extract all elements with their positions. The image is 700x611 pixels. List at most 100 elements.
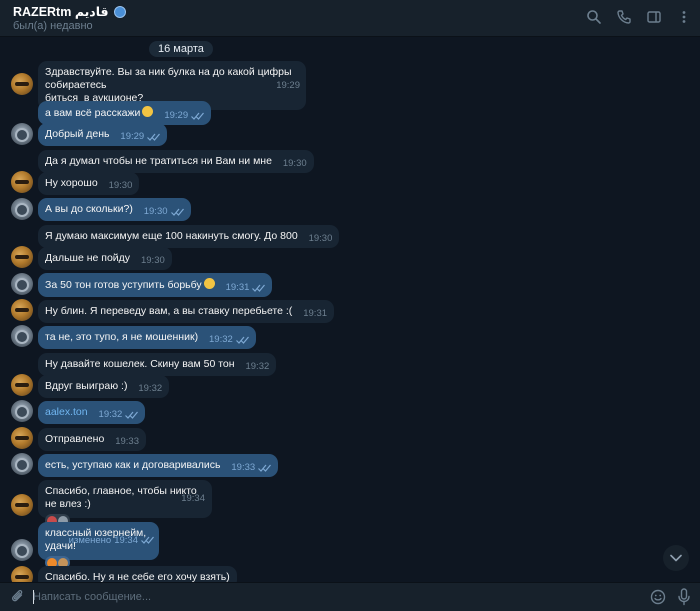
contact-name[interactable]: RAZERtm قاديم (13, 4, 109, 19)
message-time: 19:30 (140, 255, 165, 266)
more-icon[interactable] (676, 9, 692, 25)
message-bubble[interactable]: Добрый день 19:29 (38, 123, 168, 146)
my-avatar[interactable] (11, 198, 33, 220)
emoji-icon[interactable] (650, 589, 666, 605)
scroll-to-bottom-button[interactable] (663, 545, 689, 571)
message-meta: 19:31 (226, 281, 266, 294)
message-meta: 19:32 (138, 382, 162, 395)
message-text: Ну давайте кошелек. Скину вам 50 тон (45, 358, 235, 370)
paperclip-icon[interactable] (10, 589, 26, 605)
message-input[interactable] (33, 588, 633, 606)
message-meta: 19:33 (115, 435, 139, 448)
date-separator: 16 марта (149, 41, 213, 57)
message-list[interactable]: 16 марта Здравствуйте. Вы за ник булка н… (0, 38, 700, 582)
read-checkmarks-icon (258, 464, 272, 472)
message-bubble[interactable]: есть, уступаю как и договаривались 19:33 (38, 454, 279, 477)
message-bubble[interactable]: Я думаю максимум еще 100 накинуть смогу.… (38, 225, 340, 248)
message-text: Ну хорошо (45, 177, 98, 189)
my-avatar[interactable] (11, 539, 33, 561)
message-bubble[interactable]: Отправлено 19:33 (38, 428, 146, 451)
contact-avatar[interactable] (11, 171, 33, 193)
search-icon[interactable] (586, 9, 602, 25)
message-time: 19:29 (120, 131, 145, 142)
sidebar-toggle-icon[interactable] (646, 9, 662, 25)
message-composer (0, 582, 700, 611)
message-time: 19:29 (164, 110, 189, 121)
message-bubble[interactable]: Спасибо. Ну я не себе его хочу взять) (38, 566, 237, 582)
message-time: 19:32 (245, 361, 270, 372)
message-time: 19:32 (209, 334, 233, 345)
message-time: 19:30 (143, 206, 168, 217)
message-bubble[interactable]: А вы до скольки?) 19:30 (38, 198, 191, 221)
my-avatar[interactable] (11, 453, 33, 475)
contact-avatar[interactable] (11, 566, 33, 582)
message-time: 19:32 (98, 409, 123, 420)
message-time: 19:30 (308, 233, 333, 244)
message-bubble[interactable]: Вдруг выиграю :) 19:32 (38, 375, 170, 398)
message-text: Дальше не пойду (45, 252, 131, 264)
contact-avatar[interactable] (11, 73, 33, 95)
message-meta: 19:29 (276, 63, 300, 107)
contact-avatar[interactable] (11, 374, 33, 396)
message-time: 19:30 (282, 158, 307, 169)
message-meta: 19:32 (209, 333, 249, 346)
read-checkmarks-icon (235, 336, 249, 344)
wallet-link[interactable]: aalex.ton (45, 406, 88, 418)
read-checkmarks-icon (252, 284, 266, 292)
message-bubble[interactable]: классный юзернейм, удачи! изменено 19:34 (38, 522, 159, 569)
contact-avatar[interactable] (11, 494, 33, 516)
message-bubble[interactable]: Спасибо, главное, чтобы никто не влез :)… (38, 480, 212, 527)
read-checkmarks-icon (191, 112, 205, 120)
my-avatar[interactable] (11, 325, 33, 347)
message-text: Я думаю максимум еще 100 накинуть смогу.… (45, 230, 298, 242)
message-text: а вам всё расскажи (45, 107, 141, 119)
message-time: 19:29 (276, 79, 300, 91)
read-checkmarks-icon (170, 208, 184, 216)
my-avatar[interactable] (11, 400, 33, 422)
message-bubble[interactable]: та не, это тупо, я не мошенник) 19:32 (38, 326, 256, 349)
my-avatar[interactable] (11, 273, 33, 295)
message-bubble[interactable]: Да я думал чтобы не тратиться ни Вам ни … (38, 150, 314, 173)
message-meta: 19:32 (245, 360, 269, 373)
smile-emoji-icon (203, 278, 215, 289)
chat-header: RAZERtm قاديم был(а) недавно (0, 0, 700, 37)
last-seen-status: был(а) недавно (13, 20, 93, 32)
message-text: Вдруг выиграю :) (45, 380, 128, 392)
message-text: есть, уступаю как и договаривались (45, 459, 221, 471)
my-avatar[interactable] (11, 123, 33, 145)
message-text: та не, это тупо, я не мошенник) (45, 331, 199, 343)
message-bubble[interactable]: Ну хорошо 19:30 (38, 172, 140, 195)
contact-avatar[interactable] (11, 299, 33, 321)
smirk-emoji-icon (142, 106, 154, 117)
message-bubble[interactable]: Ну блин. Я переведу вам, а вы ставку пер… (38, 300, 335, 323)
contact-name-row[interactable]: RAZERtm قاديم (13, 4, 126, 19)
contact-avatar[interactable] (11, 427, 33, 449)
message-time: 19:34 (181, 492, 205, 504)
status-emoji-icon (113, 5, 126, 18)
message-time: 19:30 (108, 180, 133, 191)
message-text: За 50 тон готов уступить борьбу (45, 279, 202, 291)
message-text: Здравствуйте. Вы за ник булка на до како… (45, 66, 292, 104)
message-text: Ну блин. Я переведу вам, а вы ставку пер… (45, 305, 293, 317)
message-text: Спасибо, главное, чтобы никто не влез :) (45, 485, 200, 510)
contact-avatar[interactable] (11, 246, 33, 268)
message-time: 19:31 (303, 308, 328, 319)
phone-icon[interactable] (616, 9, 632, 25)
message-text: Добрый день (45, 128, 110, 140)
read-checkmarks-icon (147, 133, 161, 141)
message-bubble[interactable]: За 50 тон готов уступить борьбу 19:31 (38, 273, 273, 297)
message-bubble[interactable]: а вам всё расскажи 19:29 (38, 101, 212, 125)
message-meta: 19:29 (164, 109, 205, 122)
message-bubble[interactable]: aalex.ton 19:32 (38, 401, 146, 424)
microphone-icon[interactable] (677, 588, 691, 606)
message-meta: 19:30 (283, 157, 307, 170)
header-actions (586, 9, 692, 25)
message-bubble[interactable]: Дальше не пойду 19:30 (38, 247, 172, 270)
message-meta: 19:29 (120, 130, 161, 143)
message-meta: изменено 19:34 (69, 524, 154, 556)
message-time: 19:33 (115, 436, 139, 447)
message-meta: 19:30 (309, 232, 333, 245)
message-meta: 19:34 (181, 482, 205, 514)
message-bubble[interactable]: Ну давайте кошелек. Скину вам 50 тон 19:… (38, 353, 277, 376)
edited-label: изменено (68, 534, 112, 546)
